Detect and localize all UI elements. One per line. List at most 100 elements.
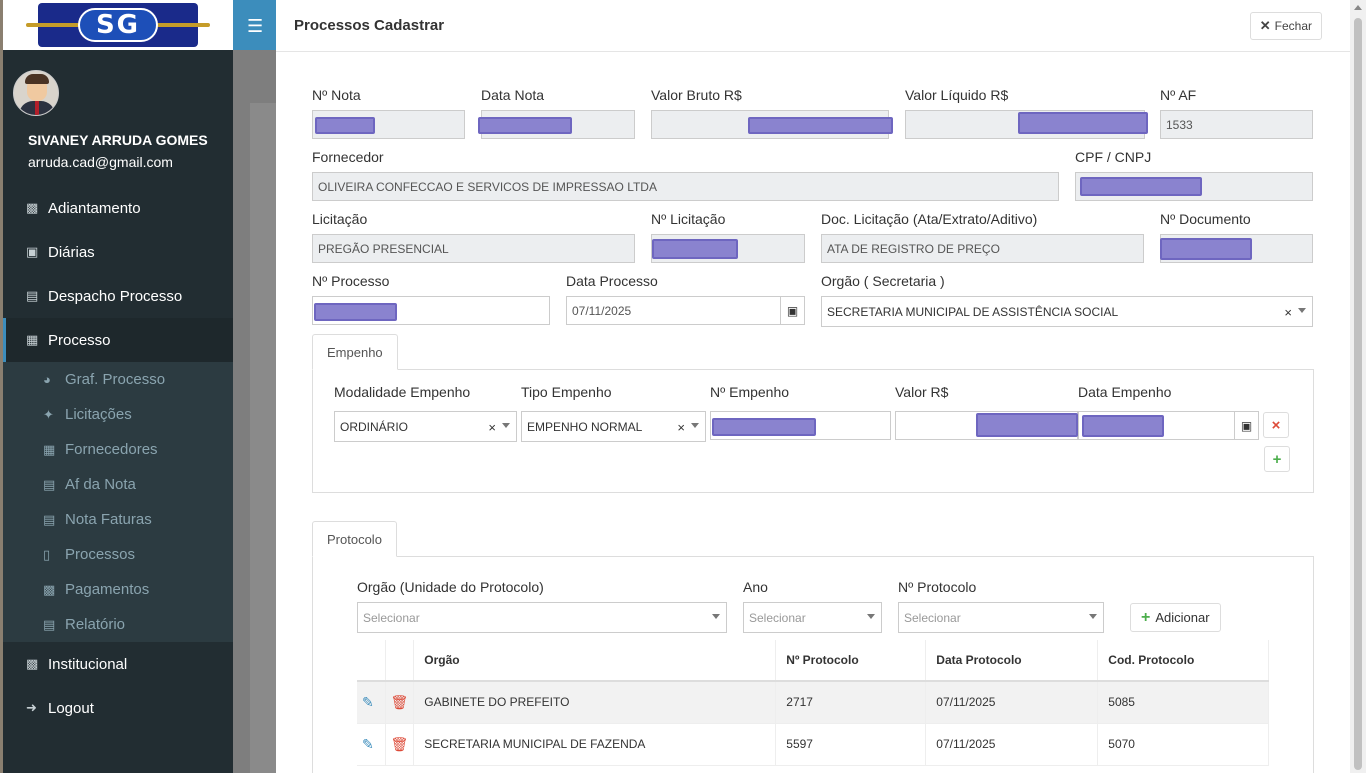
orgao-label: Orgão ( Secretaria ) bbox=[821, 273, 945, 289]
submenu-item-label: Fornecedores bbox=[65, 441, 158, 458]
cell-data: 07/11/2025 bbox=[925, 681, 1099, 724]
chevron-down-icon bbox=[1298, 308, 1306, 313]
add-empenho-button[interactable]: + bbox=[1264, 446, 1290, 472]
sidebar-item-institucional[interactable]: ▩ Institucional bbox=[3, 642, 233, 686]
edit-icon[interactable]: ✎ bbox=[362, 736, 374, 752]
protocolo-numero-select[interactable]: Selecionar bbox=[898, 602, 1104, 633]
close-icon: × bbox=[1271, 416, 1281, 434]
edit-icon[interactable]: ✎ bbox=[362, 694, 374, 710]
valor-liquido-label: Valor Líquido R$ bbox=[905, 87, 1009, 103]
submenu-item-af-da-nota[interactable]: ▤ Af da Nota bbox=[3, 467, 233, 502]
close-icon: ✕ bbox=[1259, 18, 1271, 33]
protocolo-numero-label: Nº Protocolo bbox=[898, 579, 977, 595]
sidebar-item-adiantamento[interactable]: ▩ Adiantamento bbox=[3, 186, 233, 230]
data-processo-input[interactable]: 07/11/2025 ▣ bbox=[566, 296, 805, 325]
licitacao-input[interactable]: PREGÃO PRESENCIAL bbox=[312, 234, 635, 263]
cell-orgao: GABINETE DO PREFEITO bbox=[413, 681, 777, 724]
n-documento-label: Nº Documento bbox=[1160, 211, 1251, 227]
cell-numero: 2717 bbox=[775, 681, 927, 724]
protocolo-ano-select[interactable]: Selecionar bbox=[743, 602, 882, 633]
sidebar-item-logout[interactable]: ➜ Logout bbox=[3, 686, 233, 730]
sidebar-item-label: Diárias bbox=[48, 243, 95, 261]
valor-bruto-label: Valor Bruto R$ bbox=[651, 87, 742, 103]
sidebar-item-despacho-processo[interactable]: ▤ Despacho Processo bbox=[3, 274, 233, 318]
submenu-item-licitacoes[interactable]: ✦ Licitações bbox=[3, 397, 233, 432]
protocolo-orgao-select[interactable]: Selecionar bbox=[357, 602, 727, 633]
user-email: arruda.cad@gmail.com bbox=[28, 154, 173, 170]
clear-icon[interactable]: × bbox=[1284, 305, 1292, 320]
modalidade-empenho-select[interactable]: ORDINÁRIO × bbox=[334, 411, 517, 442]
add-protocolo-button[interactable]: + Adicionar bbox=[1130, 603, 1221, 632]
orgao-select[interactable]: SECRETARIA MUNICIPAL DE ASSISTÊNCIA SOCI… bbox=[821, 296, 1313, 327]
redacted-value bbox=[652, 239, 738, 259]
af-input[interactable]: 1533 bbox=[1160, 110, 1313, 139]
scrollbar[interactable] bbox=[1350, 0, 1366, 773]
col-n-protocolo: Nº Protocolo bbox=[775, 640, 927, 682]
cell-data: 07/11/2025 bbox=[925, 723, 1099, 766]
calendar-icon[interactable]: ▣ bbox=[1234, 411, 1258, 440]
trash-icon[interactable]: 🗑 bbox=[391, 736, 409, 752]
file-text-icon: ▤ bbox=[43, 476, 56, 492]
chevron-down-icon bbox=[1089, 614, 1097, 619]
clear-icon[interactable]: × bbox=[488, 420, 496, 435]
sidebar-item-label: Institucional bbox=[48, 655, 128, 673]
briefcase-icon: ▣ bbox=[26, 244, 39, 259]
remove-empenho-button[interactable]: × bbox=[1263, 412, 1289, 438]
pie-chart-icon: ◕ bbox=[43, 372, 51, 387]
sidebar-item-processo[interactable]: ▦ Processo bbox=[3, 318, 233, 362]
sidebar-item-label: Logout bbox=[48, 699, 94, 717]
user-name: SIVANEY ARRUDA GOMES bbox=[28, 132, 208, 148]
cell-codigo: 5070 bbox=[1097, 723, 1269, 766]
submenu-item-processos[interactable]: ▯ Processos bbox=[3, 537, 233, 572]
hamburger-menu-icon[interactable]: ☰ bbox=[247, 16, 263, 37]
table-row: ✎ 🗑 SECRETARIA MUNICIPAL DE FAZENDA 5597… bbox=[357, 723, 1269, 766]
redacted-value bbox=[1160, 238, 1252, 260]
data-nota-label: Data Nota bbox=[481, 87, 545, 103]
sidebar-item-label: Processo bbox=[48, 331, 111, 349]
money-icon: ▩ bbox=[43, 581, 56, 597]
calendar-icon[interactable]: ▣ bbox=[780, 296, 804, 325]
submenu-item-label: Pagamentos bbox=[65, 581, 150, 598]
redacted-value bbox=[478, 117, 572, 134]
fornecedor-input[interactable]: OLIVEIRA CONFECCAO E SERVICOS DE IMPRESS… bbox=[312, 172, 1059, 201]
af-label: Nº AF bbox=[1160, 87, 1197, 103]
submenu-item-pagamentos[interactable]: ▩ Pagamentos bbox=[3, 572, 233, 607]
data-processo-label: Data Processo bbox=[566, 273, 658, 289]
col-cod-protocolo: Cod. Protocolo bbox=[1097, 640, 1269, 682]
doc-licitacao-label: Doc. Licitação (Ata/Extrato/Aditivo) bbox=[821, 211, 1038, 227]
plus-icon: + bbox=[1141, 608, 1151, 626]
protocolo-ano-placeholder: Selecionar bbox=[749, 610, 806, 625]
trash-icon[interactable]: 🗑 bbox=[391, 694, 409, 710]
logo[interactable]: SG bbox=[3, 0, 233, 50]
scroll-up-icon[interactable] bbox=[1354, 5, 1362, 10]
n-licitacao-label: Nº Licitação bbox=[651, 211, 726, 227]
scroll-thumb[interactable] bbox=[1354, 18, 1362, 770]
tipo-empenho-select[interactable]: EMPENHO NORMAL × bbox=[521, 411, 706, 442]
sidebar-menu: ▩ Adiantamento ▣ Diárias ▤ Despacho Proc… bbox=[3, 186, 233, 730]
tipo-empenho-value: EMPENHO NORMAL bbox=[527, 419, 643, 434]
sidebar-item-label: Adiantamento bbox=[48, 199, 141, 217]
nota-label: Nº Nota bbox=[312, 87, 361, 103]
clear-icon[interactable]: × bbox=[677, 420, 685, 435]
submenu-item-graf-processo[interactable]: ◕ Graf. Processo bbox=[3, 362, 233, 397]
submenu-item-relatorio[interactable]: ▤ Relatório bbox=[3, 607, 233, 642]
doc-licitacao-input[interactable]: ATA DE REGISTRO DE PREÇO bbox=[821, 234, 1144, 263]
submenu-item-fornecedores[interactable]: ▦ Fornecedores bbox=[3, 432, 233, 467]
plus-icon: + bbox=[1272, 450, 1282, 468]
submenu-item-label: Processos bbox=[65, 546, 136, 563]
n-empenho-label: Nº Empenho bbox=[710, 384, 790, 400]
modal-title: Processos Cadastrar bbox=[294, 17, 445, 34]
tab-protocolo[interactable]: Protocolo bbox=[312, 521, 397, 557]
submenu-item-label: Nota Faturas bbox=[65, 511, 152, 528]
col-orgao: Orgão bbox=[413, 640, 777, 682]
close-button[interactable]: ✕ Fechar bbox=[1249, 12, 1322, 40]
protocolo-ano-label: Ano bbox=[743, 579, 768, 595]
chevron-down-icon bbox=[691, 423, 699, 428]
sidebar-item-diarias[interactable]: ▣ Diárias bbox=[3, 230, 233, 274]
submenu-item-label: Relatório bbox=[65, 616, 126, 633]
table-row: ✎ 🗑 GABINETE DO PREFEITO 2717 07/11/2025… bbox=[357, 681, 1269, 724]
tab-empenho[interactable]: Empenho bbox=[312, 334, 398, 370]
submenu-item-nota-faturas[interactable]: ▤ Nota Faturas bbox=[3, 502, 233, 537]
redacted-value bbox=[315, 117, 375, 134]
add-protocolo-label: Adicionar bbox=[1155, 610, 1210, 625]
